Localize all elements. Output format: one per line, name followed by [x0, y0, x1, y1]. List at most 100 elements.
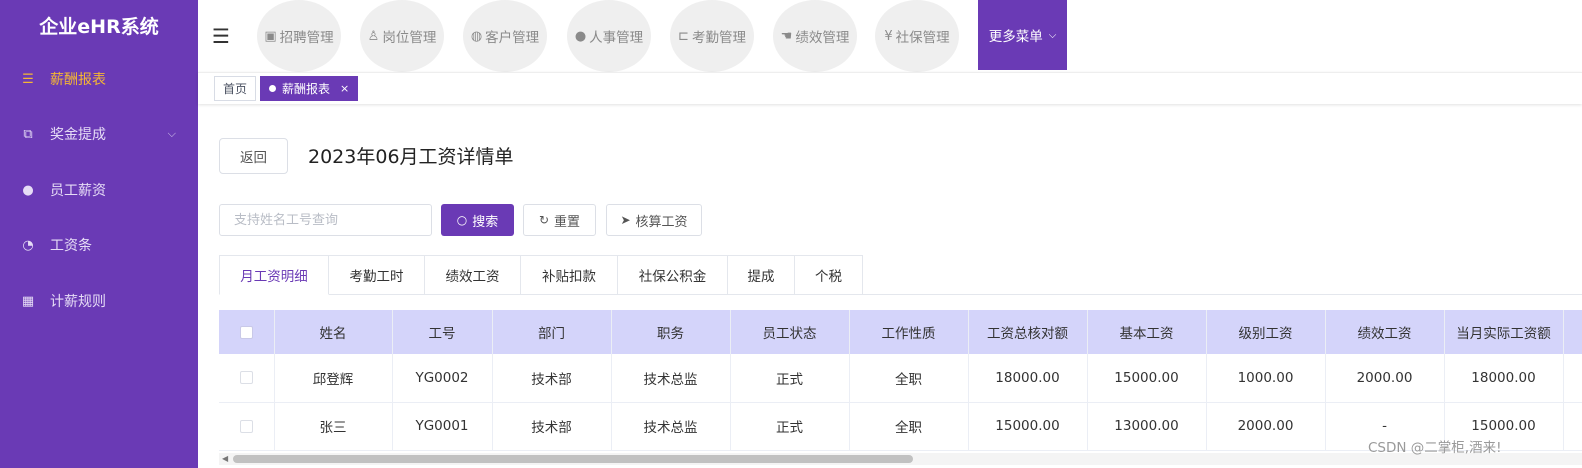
- search-button[interactable]: ○ 搜索: [441, 204, 514, 236]
- sidebar: 企业eHR系统 ☰ 薪酬报表 ⧉ 奖金提成 ⌵ ● 员工薪资 ◔ 工资条 ▦ 计…: [0, 0, 198, 468]
- calculate-salary-button[interactable]: ➤ 核算工资: [606, 204, 702, 236]
- nav-tab-label: 社保管理: [895, 30, 950, 46]
- nav-tab-label: 客户管理: [485, 30, 540, 46]
- watermark: CSDN @二掌柜,酒来!: [1368, 440, 1502, 456]
- active-dot-icon: [269, 85, 276, 92]
- table-cell: 正式: [730, 402, 850, 451]
- sidebar-item-label: 薪酬报表: [50, 72, 106, 88]
- palette-icon: ◔: [22, 237, 34, 253]
- sidebar-item-label: 计薪规则: [50, 294, 106, 310]
- scroll-left-icon[interactable]: ◀: [222, 453, 228, 465]
- column-header: 部门: [492, 310, 612, 354]
- column-header: 工号: [392, 310, 493, 354]
- scrollbar-thumb[interactable]: [233, 455, 913, 463]
- globe-icon: ◍: [470, 28, 483, 44]
- back-button[interactable]: 返回: [219, 138, 288, 174]
- column-header: 工资总核对额: [968, 310, 1088, 354]
- search-button-label: 搜索: [472, 214, 499, 230]
- tag-home[interactable]: 首页: [214, 76, 257, 101]
- table-cell: 张三: [274, 402, 393, 451]
- sidebar-item-label: 工资条: [50, 238, 92, 254]
- sidebar-item-employee-salary[interactable]: ● 员工薪资: [0, 170, 198, 210]
- sidebar-item-pay-rules[interactable]: ▦ 计薪规则: [0, 281, 198, 321]
- table-cell: 15000.00: [1087, 354, 1207, 403]
- picture-icon: ▣: [264, 28, 277, 44]
- row-select-cell: [219, 354, 275, 403]
- sidebar-item-label: 员工薪资: [50, 183, 106, 199]
- tag-current[interactable]: 薪酬报表 ×: [260, 76, 359, 101]
- nav-tab-customers[interactable]: ◍ 客户管理: [463, 0, 547, 72]
- column-header: 当月实际工资额: [1444, 310, 1564, 354]
- chevron-down-icon: ⌵: [1048, 29, 1057, 41]
- table-cell: 正式: [730, 354, 850, 403]
- nav-tab-attendance[interactable]: ⊏ 考勤管理: [670, 0, 754, 72]
- column-header: 级别工资: [1206, 310, 1326, 354]
- nav-tab-label: 岗位管理: [382, 30, 437, 46]
- nav-tab-label: 绩效管理: [795, 30, 850, 46]
- table-cell: 技术总监: [611, 354, 731, 403]
- column-header: 工作性质: [849, 310, 969, 354]
- table-cell: 全职: [849, 354, 969, 403]
- reset-button[interactable]: ↻ 重置: [523, 204, 596, 236]
- tab-income-tax[interactable]: 个税: [795, 255, 863, 295]
- yen-icon: ¥: [884, 28, 893, 44]
- nav-tab-recruitment[interactable]: ▣ 招聘管理: [257, 0, 341, 72]
- table-cell: 15000.00: [968, 402, 1088, 451]
- table-cell: 13000.00: [1087, 402, 1207, 451]
- nav-tab-label: 人事管理: [589, 30, 644, 46]
- column-header-overflow: [1563, 310, 1582, 354]
- search-input[interactable]: [219, 204, 432, 236]
- more-menu-button[interactable]: 更多菜单 ⌵: [978, 0, 1067, 70]
- tab-commission[interactable]: 提成: [728, 255, 795, 295]
- column-header: 绩效工资: [1325, 310, 1445, 354]
- table-cell: 全职: [849, 402, 969, 451]
- column-header: 基本工资: [1087, 310, 1207, 354]
- detail-tabs: 月工资明细 考勤工时 绩效工资 补贴扣款 社保公积金 提成 个税: [219, 255, 863, 295]
- row-checkbox[interactable]: [239, 371, 253, 385]
- refresh-icon: ↻: [538, 213, 550, 227]
- puzzle-icon: ⧉: [23, 126, 33, 142]
- column-header: 姓名: [274, 310, 393, 354]
- table-cell: 2000.00: [1325, 354, 1445, 403]
- nav-tab-label: 考勤管理: [691, 30, 746, 46]
- user-icon: ●: [574, 28, 587, 44]
- nav-tab-social-security[interactable]: ¥ 社保管理: [875, 0, 959, 72]
- table-row[interactable]: 邱登辉 YG0002 技术部 技术总监 正式 全职 18000.00 15000…: [219, 354, 1582, 403]
- menu-toggle-icon[interactable]: ☰: [212, 24, 230, 48]
- table-cell: 1000.00: [1206, 354, 1326, 403]
- select-all-checkbox[interactable]: [239, 325, 253, 339]
- table-cell: 18000.00: [968, 354, 1088, 403]
- nav-tab-personnel[interactable]: ● 人事管理: [567, 0, 651, 72]
- table-header-row: 姓名 工号 部门 职务 员工状态 工作性质 工资总核对额 基本工资 级别工资 绩…: [219, 310, 1582, 354]
- reset-button-label: 重置: [554, 214, 581, 230]
- tab-social-security-fund[interactable]: 社保公积金: [618, 255, 728, 295]
- more-menu-label: 更多菜单: [988, 29, 1043, 45]
- tab-monthly-detail[interactable]: 月工资明细: [219, 255, 329, 295]
- nav-tab-performance[interactable]: ☚ 绩效管理: [773, 0, 857, 72]
- table-cell: YG0001: [392, 402, 493, 451]
- send-icon: ➤: [620, 213, 631, 227]
- tag-icon: ⊏: [678, 28, 689, 44]
- nav-tab-positions[interactable]: ♙ 岗位管理: [360, 0, 444, 72]
- table-cell: 技术总监: [611, 402, 731, 451]
- sidebar-item-bonus[interactable]: ⧉ 奖金提成 ⌵: [0, 114, 198, 154]
- table-cell: 技术部: [492, 354, 612, 403]
- select-all-cell: [219, 310, 275, 354]
- salary-table: 姓名 工号 部门 职务 员工状态 工作性质 工资总核对额 基本工资 级别工资 绩…: [219, 310, 1582, 451]
- sidebar-item-salary-report[interactable]: ☰ 薪酬报表: [0, 59, 198, 99]
- table-cell-overflow: [1563, 354, 1582, 403]
- users-icon: ●: [22, 182, 34, 198]
- table-cell-overflow: [1563, 402, 1582, 451]
- top-navigation: ☰ ▣ 招聘管理 ♙ 岗位管理 ◍ 客户管理 ● 人事管理 ⊏ 考勤管理 ☚ 绩效管理 ¥ 社…: [198, 0, 1582, 72]
- close-icon[interactable]: ×: [340, 82, 349, 95]
- row-checkbox[interactable]: [239, 419, 253, 433]
- hand-icon: ☚: [780, 28, 793, 44]
- row-select-cell: [219, 402, 275, 451]
- tab-allowance-deduction[interactable]: 补贴扣款: [521, 255, 618, 295]
- tag-current-label: 薪酬报表: [282, 82, 331, 96]
- list-icon: ☰: [22, 71, 34, 87]
- search-icon: ○: [456, 213, 468, 227]
- tab-performance-pay[interactable]: 绩效工资: [425, 255, 521, 295]
- tab-attendance-hours[interactable]: 考勤工时: [329, 255, 425, 295]
- sidebar-item-payslip[interactable]: ◔ 工资条: [0, 225, 198, 265]
